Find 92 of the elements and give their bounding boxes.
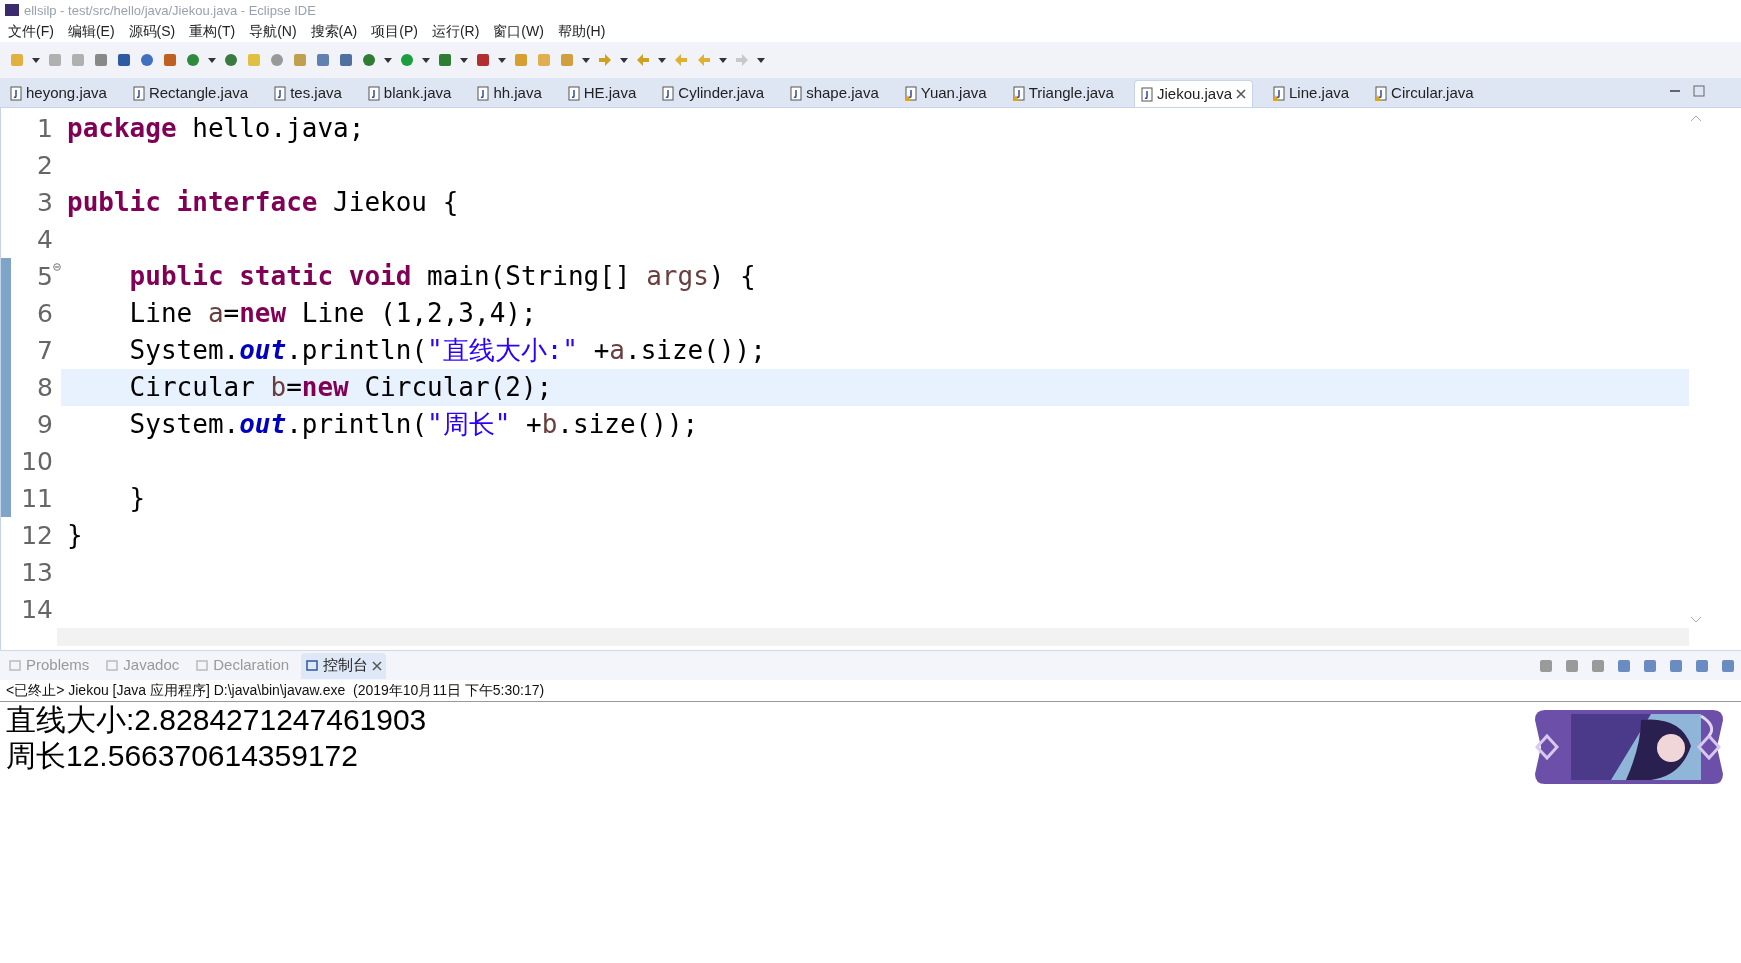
editor-tab[interactable]: blank.java bbox=[361, 80, 458, 107]
java-file-warning-icon bbox=[1012, 86, 1025, 101]
code-text: System.out.println("直线大小:" +a.size()); bbox=[128, 334, 766, 367]
tab-label: Circular.java bbox=[1391, 83, 1474, 104]
maximize-icon[interactable] bbox=[1693, 85, 1705, 97]
view-tab[interactable]: 控制台 bbox=[301, 652, 387, 679]
editor-tab[interactable]: heyong.java bbox=[4, 80, 113, 107]
editor-tab[interactable]: Yuan.java bbox=[898, 80, 993, 107]
tab-label: Rectangle.java bbox=[148, 83, 249, 104]
tab-label: Declaration bbox=[213, 655, 290, 676]
line-number: 10 bbox=[21, 445, 53, 478]
close-icon[interactable] bbox=[372, 660, 383, 671]
line-number: 8 bbox=[37, 371, 53, 404]
line-number: 12 bbox=[21, 519, 53, 552]
app-icon bbox=[4, 3, 20, 17]
line-number: 9 bbox=[37, 408, 53, 441]
editor-tab[interactable]: Cylinder.java bbox=[656, 80, 771, 107]
editor-tab[interactable]: HE.java bbox=[561, 80, 643, 107]
menu-item[interactable]: 帮助(H) bbox=[557, 20, 606, 42]
java-file-icon bbox=[790, 86, 803, 101]
editor-tab[interactable]: tes.java bbox=[268, 80, 348, 107]
code-text: Circular b=new Circular(2); bbox=[128, 371, 553, 404]
view-icon bbox=[305, 658, 320, 673]
fold-icon[interactable] bbox=[53, 262, 61, 271]
tab-label: tes.java bbox=[290, 83, 342, 104]
java-file-icon bbox=[477, 86, 490, 101]
line-number: 5 bbox=[37, 260, 53, 293]
menu-item[interactable]: 搜索(A) bbox=[310, 20, 358, 42]
line-number: 7 bbox=[37, 334, 53, 367]
code-text: package hello.java; bbox=[67, 112, 365, 145]
tab-label: heyong.java bbox=[26, 83, 107, 104]
menu-item[interactable]: 运行(R) bbox=[431, 20, 480, 42]
view-icon bbox=[105, 658, 120, 673]
console-line: 直线大小:2.8284271247461903 bbox=[6, 702, 427, 738]
editor-tab[interactable]: Triangle.java bbox=[1006, 80, 1120, 107]
java-file-icon bbox=[662, 86, 675, 101]
menu-item[interactable]: 窗口(W) bbox=[493, 20, 544, 42]
java-file-icon bbox=[274, 86, 287, 101]
tab-label: hh.java bbox=[493, 83, 542, 104]
tab-label: Javadoc bbox=[123, 655, 180, 676]
tab-label: Jiekou.java bbox=[1156, 83, 1232, 104]
code-text: Line a=new Line (1,2,3,4); bbox=[128, 297, 537, 330]
line-number: 13 bbox=[21, 556, 53, 589]
line-number: 11 bbox=[21, 482, 53, 515]
tab-label: shape.java bbox=[806, 83, 879, 104]
java-file-icon bbox=[10, 86, 22, 101]
java-file-icon bbox=[567, 86, 580, 101]
line-number: 3 bbox=[37, 186, 53, 219]
menu-item[interactable]: 编辑(E) bbox=[67, 20, 115, 42]
tab-label: Triangle.java bbox=[1028, 83, 1114, 104]
java-file-warning-icon bbox=[904, 86, 917, 101]
close-icon[interactable] bbox=[1236, 89, 1246, 99]
menu-item[interactable]: 导航(N) bbox=[249, 20, 297, 42]
tab-label: Cylinder.java bbox=[678, 83, 765, 104]
console-line: 周长12.566370614359172 bbox=[6, 738, 359, 774]
scroll-down-icon[interactable] bbox=[1690, 616, 1702, 624]
editor-tab[interactable]: hh.java bbox=[471, 80, 548, 107]
line-number: 6 bbox=[37, 297, 53, 330]
java-file-warning-icon bbox=[1273, 86, 1285, 101]
editor-tab[interactable]: Line.java bbox=[1267, 80, 1356, 107]
tab-label: Problems bbox=[26, 655, 90, 676]
tab-label: 控制台 bbox=[323, 655, 369, 676]
editor-tab[interactable]: shape.java bbox=[784, 80, 885, 107]
code-text: public static void main(String[] args) { bbox=[128, 260, 756, 293]
view-icon bbox=[195, 658, 210, 673]
java-file-icon bbox=[1140, 86, 1153, 102]
code-text: public interface Jiekou { bbox=[67, 186, 459, 219]
tab-label: Line.java bbox=[1289, 83, 1350, 104]
menu-item[interactable]: 项目(P) bbox=[371, 20, 418, 42]
code-text: } bbox=[128, 482, 146, 515]
line-number: 4 bbox=[37, 223, 53, 256]
editor-tab[interactable]: Jiekou.java bbox=[1133, 80, 1253, 107]
menu-item[interactable]: 源码(S) bbox=[128, 20, 176, 42]
java-file-icon bbox=[367, 86, 380, 101]
editor-tab[interactable]: Circular.java bbox=[1369, 80, 1480, 107]
code-text: System.out.println("周长" +b.size()); bbox=[128, 408, 699, 441]
tab-label: HE.java bbox=[583, 83, 637, 104]
view-icon bbox=[8, 658, 22, 673]
menu-item[interactable]: 文件(F) bbox=[8, 20, 54, 42]
code-text: } bbox=[67, 519, 83, 552]
console-header: <已终止> Jiekou [Java 应用程序] D:\java\bin\javaw.exe (2019年10月11日 下午5:30:17) bbox=[6, 681, 545, 700]
tab-label: Yuan.java bbox=[920, 83, 987, 104]
line-number: 14 bbox=[21, 593, 53, 626]
tab-label: blank.java bbox=[383, 83, 452, 104]
scroll-up-icon[interactable] bbox=[1690, 114, 1702, 122]
menu-item[interactable]: 重构(T) bbox=[189, 20, 236, 42]
window-title: ellsilp - test/src/hello/java/Jiekou.java - Eclipse IDE bbox=[24, 3, 316, 17]
editor-tab[interactable]: Rectangle.java bbox=[126, 80, 255, 107]
line-number: 2 bbox=[37, 149, 53, 182]
java-file-warning-icon bbox=[1375, 86, 1388, 101]
line-number: 1 bbox=[37, 112, 53, 145]
java-file-icon bbox=[132, 86, 145, 101]
